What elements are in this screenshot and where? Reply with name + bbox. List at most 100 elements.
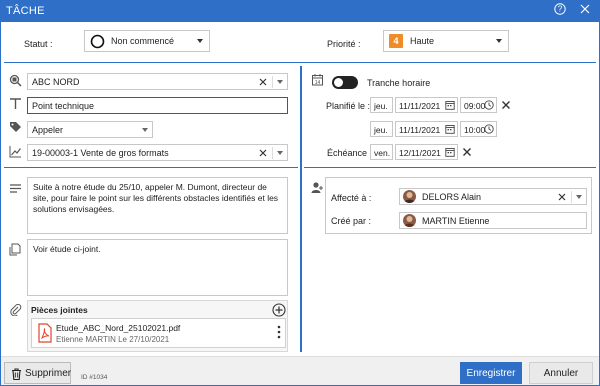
record-id: ID #1034 xyxy=(81,374,108,381)
field-divider xyxy=(571,191,572,203)
avatar xyxy=(403,214,416,227)
created-field: MARTIN Etienne xyxy=(399,212,587,229)
attachment-item[interactable]: Etude_ABC_Nord_25102021.pdf Etienne MART… xyxy=(31,318,286,348)
field-divider xyxy=(272,147,273,159)
attachments-title: Pièces jointes xyxy=(31,305,88,315)
clear-due-icon[interactable] xyxy=(461,146,473,158)
start-date-value: 11/11/2021 xyxy=(399,101,441,111)
priority-badge: 4 xyxy=(389,34,403,48)
delete-button[interactable]: Supprimer xyxy=(4,362,71,384)
subject-value: Point technique xyxy=(32,101,95,111)
due-label: Échéance : xyxy=(327,148,373,158)
created-value: MARTIN Etienne xyxy=(422,216,490,226)
chevron-down-icon xyxy=(496,39,502,43)
clear-icon[interactable] xyxy=(257,76,269,88)
cancel-button[interactable]: Annuler xyxy=(529,362,593,384)
calendar-picker-icon[interactable] xyxy=(445,147,455,157)
description-icon xyxy=(10,184,21,193)
note-textarea[interactable]: Voir étude ci-joint. xyxy=(27,239,288,296)
column-separator xyxy=(300,66,302,352)
planned-label: Planifié le : xyxy=(326,101,371,111)
status-circle-icon xyxy=(90,34,105,49)
user-assign-icon xyxy=(311,182,323,193)
save-label: Enregistrer xyxy=(466,368,516,379)
deal-field[interactable]: 19-00003-1 Vente de gros formats xyxy=(27,144,288,161)
chevron-down-icon xyxy=(142,128,148,132)
add-attachment-icon[interactable] xyxy=(272,303,286,317)
clock-icon[interactable] xyxy=(484,100,494,110)
priority-value: Haute xyxy=(410,36,435,46)
start-time-value: 09:00 xyxy=(464,101,486,111)
due-day-chip: ven. xyxy=(370,144,393,160)
chart-trend-icon xyxy=(9,146,21,158)
end-time-value: 10:00 xyxy=(464,125,486,135)
cancel-label: Annuler xyxy=(543,368,579,379)
note-text: Voir étude ci-joint. xyxy=(33,244,101,254)
svg-text:14: 14 xyxy=(315,80,321,86)
status-value: Non commencé xyxy=(111,36,175,46)
end-day-value: jeu. xyxy=(374,125,388,135)
help-icon[interactable]: ? xyxy=(552,3,568,19)
chevron-down-icon xyxy=(197,39,203,43)
priority-select[interactable]: 4 Haute xyxy=(383,30,509,52)
company-search-icon xyxy=(9,74,22,87)
title-bar: TÂCHE ? xyxy=(0,0,600,22)
priority-label: Priorité : xyxy=(327,39,361,49)
window-title: TÂCHE xyxy=(6,5,45,17)
type-value: Appeler xyxy=(32,125,64,135)
delete-label: Supprimer xyxy=(25,368,72,379)
calendar-picker-icon[interactable] xyxy=(445,100,455,110)
field-divider xyxy=(272,76,273,88)
attachments-panel: Pièces jointes Etude_ABC_Nord_25102021.p… xyxy=(27,300,288,352)
avatar xyxy=(403,190,416,203)
status-label: Statut : xyxy=(24,39,53,49)
top-separator xyxy=(4,62,596,63)
clear-icon[interactable] xyxy=(556,191,568,203)
company-value: ABC NORD xyxy=(32,77,80,87)
end-date-value: 11/11/2021 xyxy=(399,125,441,135)
end-date-input[interactable]: 11/11/2021 xyxy=(395,121,458,137)
due-day-value: ven. xyxy=(374,148,391,158)
deal-value: 19-00003-1 Vente de gros formats xyxy=(32,148,169,158)
type-select[interactable]: Appeler xyxy=(27,121,153,138)
end-day-chip: jeu. xyxy=(370,121,393,137)
start-day-chip: jeu. xyxy=(370,97,393,113)
more-options-icon[interactable] xyxy=(276,325,282,339)
assigned-value: DELORS Alain xyxy=(422,192,482,202)
assigned-field[interactable]: DELORS Alain xyxy=(399,188,587,205)
assigned-label: Affecté à : xyxy=(331,193,372,203)
subject-input[interactable]: Point technique xyxy=(27,97,288,114)
due-date-value: 12/11/2021 xyxy=(399,148,441,158)
tag-icon xyxy=(10,122,21,132)
chevron-down-icon[interactable] xyxy=(277,80,283,84)
description-textarea[interactable]: Suite à notre étude du 25/10, appeler M.… xyxy=(27,177,288,234)
close-window-icon[interactable] xyxy=(577,3,593,19)
clock-icon[interactable] xyxy=(484,124,494,134)
time-slot-label: Tranche horaire xyxy=(367,78,431,88)
start-time-input[interactable]: 09:00 xyxy=(460,97,497,113)
end-time-input[interactable]: 10:00 xyxy=(460,121,497,137)
clear-start-icon[interactable] xyxy=(500,99,512,111)
created-label: Créé par : xyxy=(331,216,372,226)
start-date-input[interactable]: 11/11/2021 xyxy=(395,97,458,113)
time-slot-toggle[interactable] xyxy=(332,76,358,89)
calendar-picker-icon[interactable] xyxy=(445,124,455,134)
right-middle-separator xyxy=(304,167,596,168)
due-date-input[interactable]: 12/11/2021 xyxy=(395,144,458,160)
status-select[interactable]: Non commencé xyxy=(84,30,210,52)
description-text: Suite à notre étude du 25/10, appeler M.… xyxy=(33,182,279,214)
start-day-value: jeu. xyxy=(374,101,388,111)
left-middle-separator xyxy=(4,167,298,168)
chevron-down-icon[interactable] xyxy=(277,151,283,155)
attachment-name[interactable]: Etude_ABC_Nord_25102021.pdf xyxy=(56,323,180,333)
text-icon xyxy=(10,98,21,109)
calendar-icon: 14 xyxy=(312,74,323,86)
pdf-file-icon xyxy=(38,323,52,343)
chevron-down-icon[interactable] xyxy=(576,195,582,199)
note-icon xyxy=(9,243,21,256)
svg-text:?: ? xyxy=(558,5,563,14)
company-field[interactable]: ABC NORD xyxy=(27,73,288,90)
clear-icon[interactable] xyxy=(257,147,269,159)
attachment-meta: Etienne MARTIN Le 27/10/2021 xyxy=(56,335,170,344)
save-button[interactable]: Enregistrer xyxy=(460,362,522,384)
